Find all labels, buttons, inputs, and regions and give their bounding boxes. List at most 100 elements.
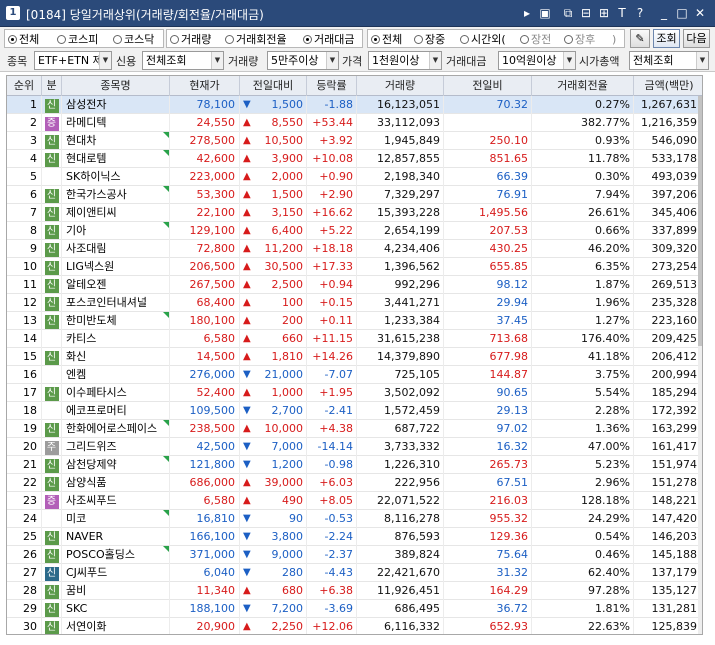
- col-header-price[interactable]: 현재가: [170, 76, 240, 96]
- table-row[interactable]: 15 신 화신 14,500 ▲ 1,810 +14.26 14,379,890 677.98 4…: [7, 348, 702, 366]
- price-cell: 24,550: [170, 114, 240, 132]
- col-header-rate[interactable]: 등락률: [307, 76, 357, 96]
- table-row[interactable]: 17 신 이수페타시스 52,400 ▲ 1,000 +1.95 3,502,092 90.65…: [7, 384, 702, 402]
- down-triangle-icon: ▼: [243, 603, 251, 614]
- down-triangle-icon: ▼: [243, 567, 251, 578]
- volume-select[interactable]: 5만주이상 ▼: [267, 51, 339, 70]
- table-row[interactable]: 8 신 기아 129,100 ▲ 6,400 +5.22 2,654,199 207.53 0.6…: [7, 222, 702, 240]
- table-row[interactable]: 10 신 LIG넥스원 206,500 ▲ 30,500 +17.33 1,396,562 65…: [7, 258, 702, 276]
- price-select[interactable]: 1천원이상 ▼: [368, 51, 442, 70]
- scrollbar-thumb[interactable]: [698, 96, 702, 346]
- table-row[interactable]: 19 신 한화에어로스페이스 238,500 ▲ 10,000 +4.38 687,722 97…: [7, 420, 702, 438]
- sort-radio-turnover[interactable]: 거래회전율: [225, 32, 287, 47]
- afterhours-radio-pre[interactable]: 장전: [520, 32, 551, 47]
- table-row[interactable]: 18 에코프로머티 109,500 ▼ 2,700 -2.41 1,572,459 29.13…: [7, 402, 702, 420]
- cap-select[interactable]: 전체조회 ▼: [629, 51, 709, 70]
- credit-select[interactable]: 전체조회 ▼: [142, 51, 224, 70]
- search-button[interactable]: 조회: [653, 29, 680, 48]
- up-triangle-icon: ▲: [243, 225, 251, 236]
- memo-icon[interactable]: ▣: [537, 5, 553, 21]
- change-cell: ▲ 660: [240, 330, 307, 348]
- rate-cell: -2.37: [307, 546, 357, 564]
- table-row[interactable]: 24 미코 16,810 ▼ 90 -0.53 8,116,278 955.32 24.29% 1…: [7, 510, 702, 528]
- table-row[interactable]: 9 신 사조대림 72,800 ▲ 11,200 +18.18 4,234,406 430.25…: [7, 240, 702, 258]
- window-split-icon[interactable]: ⊟: [578, 5, 594, 21]
- change-value: 21,000: [264, 368, 304, 381]
- table-row[interactable]: 12 신 포스코인터내셔널 68,400 ▲ 100 +0.15 3,441,271 29.94…: [7, 294, 702, 312]
- rank-cell: 26: [7, 546, 42, 564]
- table-row[interactable]: 28 신 꿈비 11,340 ▲ 680 +6.38 11,926,451 164.29 97.2…: [7, 582, 702, 600]
- change-cell: ▼ 21,000: [240, 366, 307, 384]
- category-tag: 신: [44, 459, 59, 473]
- amount-select[interactable]: 10억원이상 ▼: [498, 51, 576, 70]
- amount-cell: 148,221: [651, 494, 698, 507]
- pin-icon[interactable]: ✎: [630, 29, 650, 48]
- up-triangle-icon: ▲: [243, 153, 251, 164]
- amount-cell: 493,039: [651, 170, 698, 183]
- font-size-icon[interactable]: T: [614, 5, 630, 21]
- sort-radio-amount[interactable]: 거래대금: [303, 32, 354, 47]
- market-radio-all[interactable]: 전체: [8, 32, 39, 47]
- session-radio-afterhours[interactable]: 시간외(: [460, 32, 506, 47]
- change-cell: ▲ 200: [240, 312, 307, 330]
- col-header-rank[interactable]: 순위: [7, 76, 42, 96]
- table-row[interactable]: 5 SK하이닉스 223,000 ▲ 2,000 +0.90 2,198,340 66.39 0…: [7, 168, 702, 186]
- afterhours-radio-post[interactable]: 장후: [564, 32, 595, 47]
- table-row[interactable]: 4 신 현대로템 42,600 ▲ 3,900 +10.08 12,857,855 851.65…: [7, 150, 702, 168]
- turnover-cell: 62.40%: [532, 564, 634, 582]
- item-select[interactable]: ETF+ETN 제 ▼: [34, 51, 112, 70]
- col-header-amount[interactable]: 금액(백만): [634, 76, 702, 96]
- rank-cell: 17: [7, 384, 42, 402]
- table-row[interactable]: 2 증 라메디텍 24,550 ▲ 8,550 +53.44 33,112,093 382.77…: [7, 114, 702, 132]
- change-cell: ▲ 2,500: [240, 276, 307, 294]
- table-row[interactable]: 3 신 현대차 278,500 ▲ 10,500 +3.92 1,945,849 250.10 0…: [7, 132, 702, 150]
- col-header-volume[interactable]: 거래량: [357, 76, 444, 96]
- prev-ratio-cell: 67.51: [444, 474, 532, 492]
- market-radio-kospi[interactable]: 코스피: [57, 32, 98, 47]
- link-icon[interactable]: ⧉: [560, 5, 576, 21]
- col-header-prev-ratio[interactable]: 전일비: [444, 76, 532, 96]
- session-radio-all[interactable]: 전체: [371, 32, 402, 47]
- session-radio-regular[interactable]: 장중: [414, 32, 445, 47]
- table-row[interactable]: 1 신 삼성전자 78,100 ▼ 1,500 -1.88 16,123,051 70.32 0.…: [7, 96, 702, 114]
- maximize-icon[interactable]: □: [674, 5, 690, 21]
- amount-cell: 145,188: [651, 548, 698, 561]
- sort-radio-volume[interactable]: 거래량: [170, 32, 211, 47]
- table-row[interactable]: 11 신 알테오젠 267,500 ▲ 2,500 +0.94 992,296 98.12 1.8…: [7, 276, 702, 294]
- table-row[interactable]: 29 신 SKC 188,100 ▼ 7,200 -3.69 686,495 36.72 1.81…: [7, 600, 702, 618]
- col-header-category[interactable]: 분: [42, 76, 62, 96]
- stock-name-cell: 미코: [62, 510, 170, 528]
- help-icon[interactable]: ?: [632, 5, 648, 21]
- table-row[interactable]: 22 신 삼양식품 686,000 ▲ 39,000 +6.03 222,956 67.51 2.…: [7, 474, 702, 492]
- table-row[interactable]: 25 신 NAVER 166,100 ▼ 3,800 -2.24 876,593 129.36 0…: [7, 528, 702, 546]
- close-icon[interactable]: ✕: [692, 5, 708, 21]
- table-row[interactable]: 16 엔켐 276,000 ▼ 21,000 -7.07 725,105 144.87 3.75…: [7, 366, 702, 384]
- table-row[interactable]: 6 신 한국가스공사 53,300 ▲ 1,500 +2.90 7,329,297 76.91 7…: [7, 186, 702, 204]
- volume-cell: 1,945,849: [357, 132, 444, 150]
- dropdown-arrow-icon[interactable]: ▸: [519, 5, 535, 21]
- col-header-name[interactable]: 종목명: [62, 76, 170, 96]
- category-cell: 신: [42, 420, 62, 438]
- volume-cell: 22,071,522: [357, 492, 444, 510]
- table-row[interactable]: 23 증 사조씨푸드 6,580 ▲ 490 +8.05 22,071,522 216.03 12…: [7, 492, 702, 510]
- col-header-turnover[interactable]: 거래회전율: [532, 76, 634, 96]
- market-radio-kosdaq[interactable]: 코스닥: [113, 32, 154, 47]
- table-row[interactable]: 21 신 삼천당제약 121,800 ▼ 1,200 -0.98 1,226,310 265.7…: [7, 456, 702, 474]
- price-cell: 14,500: [170, 348, 240, 366]
- next-button[interactable]: 다음: [683, 29, 710, 48]
- volume-cell: 3,502,092: [357, 384, 444, 402]
- minimize-icon[interactable]: _: [656, 5, 672, 21]
- vertical-scrollbar[interactable]: [698, 96, 702, 634]
- table-row[interactable]: 14 카티스 6,580 ▲ 660 +11.15 31,615,238 713.68 176.…: [7, 330, 702, 348]
- stock-name-cell: 제이앤티씨: [62, 204, 170, 222]
- table-row[interactable]: 20 주 그리드위즈 42,500 ▼ 7,000 -14.14 3,733,332 16.32…: [7, 438, 702, 456]
- table-row[interactable]: 7 신 제이앤티씨 22,100 ▲ 3,150 +16.62 15,393,228 1,495…: [7, 204, 702, 222]
- rank-cell: 15: [7, 348, 42, 366]
- table-row[interactable]: 27 신 CJ씨푸드 6,040 ▼ 280 -4.43 22,421,670 31.32 62.…: [7, 564, 702, 582]
- table-row[interactable]: 13 신 한미반도체 180,100 ▲ 200 +0.11 1,233,384 37.45 1.…: [7, 312, 702, 330]
- col-header-change[interactable]: 전일대비: [240, 76, 307, 96]
- rate-cell: -0.98: [307, 456, 357, 474]
- table-row[interactable]: 30 신 서연이화 20,900 ▲ 2,250 +12.06 6,116,332 652.93…: [7, 618, 702, 634]
- table-row[interactable]: 26 신 POSCO홀딩스 371,000 ▼ 9,000 -2.37 389,824 75.6…: [7, 546, 702, 564]
- lock-icon[interactable]: ⊞: [596, 5, 612, 21]
